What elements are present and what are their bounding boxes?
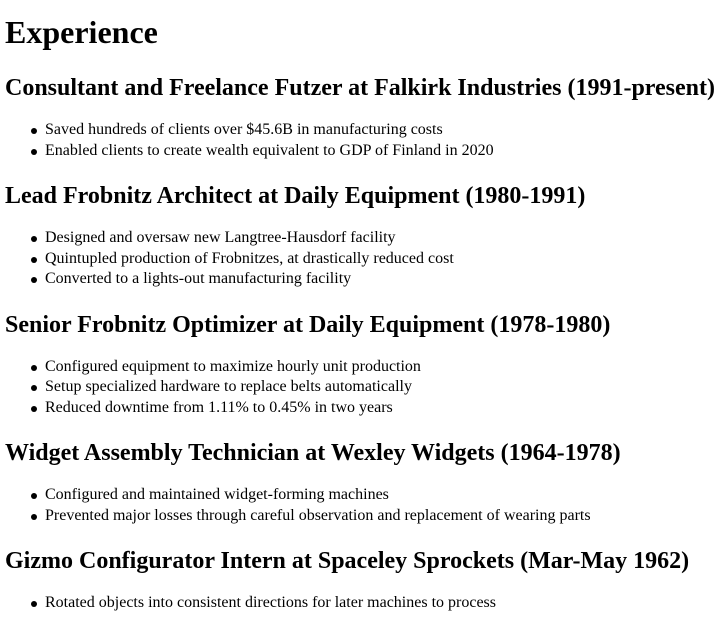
job-bullet-list: Configured and maintained widget-forming… xyxy=(5,485,723,526)
list-item-text: Designed and oversaw new Langtree-Hausdo… xyxy=(45,229,396,246)
job-bullet-list: Rotated objects into consistent directio… xyxy=(5,593,723,614)
job-bullet-list: Saved hundreds of clients over $45.6B in… xyxy=(5,120,723,161)
bullet-icon xyxy=(31,601,37,607)
bullet-icon xyxy=(31,148,37,155)
job-heading: Consultant and Freelance Futzer at Falki… xyxy=(5,75,715,101)
document-page: Experience Consultant and Freelance Futz… xyxy=(0,0,723,614)
bullet-icon xyxy=(31,493,37,499)
list-item: Prevented major losses through careful o… xyxy=(31,506,723,527)
list-item: Configured and maintained widget-forming… xyxy=(31,485,723,506)
bullet-icon xyxy=(31,128,37,134)
list-item: Rotated objects into consistent directio… xyxy=(31,593,723,614)
list-item-text: Configured equipment to maximize hourly … xyxy=(45,357,421,375)
job-section: Consultant and Freelance Futzer at Falki… xyxy=(5,74,723,161)
list-item-text: Converted to a lights-out manufacturing … xyxy=(45,270,352,287)
list-item-text: Prevented major losses through careful o… xyxy=(45,506,591,524)
bullet-icon xyxy=(31,513,37,520)
list-item: Saved hundreds of clients over $45.6B in… xyxy=(31,120,723,141)
job-section: Gizmo Configurator Intern at Spaceley Sp… xyxy=(5,547,723,614)
bullet-icon xyxy=(31,364,37,371)
list-item-text: Reduced downtime from 1.11% to 0.45% in … xyxy=(45,398,393,416)
job-section: Senior Frobnitz Optimizer at Daily Equip… xyxy=(5,311,723,419)
list-item: Designed and oversaw new Langtree-Hausdo… xyxy=(31,228,723,249)
job-section: Widget Assembly Technician at Wexley Wid… xyxy=(5,439,723,526)
list-item: Reduced downtime from 1.11% to 0.45% in … xyxy=(31,398,723,419)
job-heading: Lead Frobnitz Architect at Daily Equipme… xyxy=(5,183,586,209)
bullet-icon xyxy=(31,385,37,391)
page-title: Experience xyxy=(5,14,158,50)
list-item-text: Setup specialized hardware to replace be… xyxy=(45,378,412,395)
job-bullet-list: Configured equipment to maximize hourly … xyxy=(5,357,723,419)
job-heading: Gizmo Configurator Intern at Spaceley Sp… xyxy=(5,548,690,574)
list-item: Setup specialized hardware to replace be… xyxy=(31,377,723,398)
list-item-text: Rotated objects into consistent directio… xyxy=(45,594,496,611)
job-heading: Senior Frobnitz Optimizer at Daily Equip… xyxy=(5,311,611,338)
list-item-text: Saved hundreds of clients over $45.6B in… xyxy=(45,121,443,138)
list-item-text: Enabled clients to create wealth equival… xyxy=(45,141,494,159)
job-bullet-list: Designed and oversaw new Langtree-Hausdo… xyxy=(5,228,723,290)
job-section: Lead Frobnitz Architect at Daily Equipme… xyxy=(5,182,723,290)
job-heading: Widget Assembly Technician at Wexley Wid… xyxy=(5,440,621,466)
bullet-icon xyxy=(31,277,37,283)
bullet-icon xyxy=(31,405,37,412)
list-item-text: Configured and maintained widget-forming… xyxy=(45,486,389,503)
list-item: Converted to a lights-out manufacturing … xyxy=(31,269,723,290)
list-item: Configured equipment to maximize hourly … xyxy=(31,357,723,378)
list-item: Enabled clients to create wealth equival… xyxy=(31,141,723,162)
bullet-icon xyxy=(31,236,37,242)
list-item: Quintupled production of Frobnitzes, at … xyxy=(31,249,723,270)
list-item-text: Quintupled production of Frobnitzes, at … xyxy=(45,249,454,267)
bullet-icon xyxy=(31,256,37,263)
